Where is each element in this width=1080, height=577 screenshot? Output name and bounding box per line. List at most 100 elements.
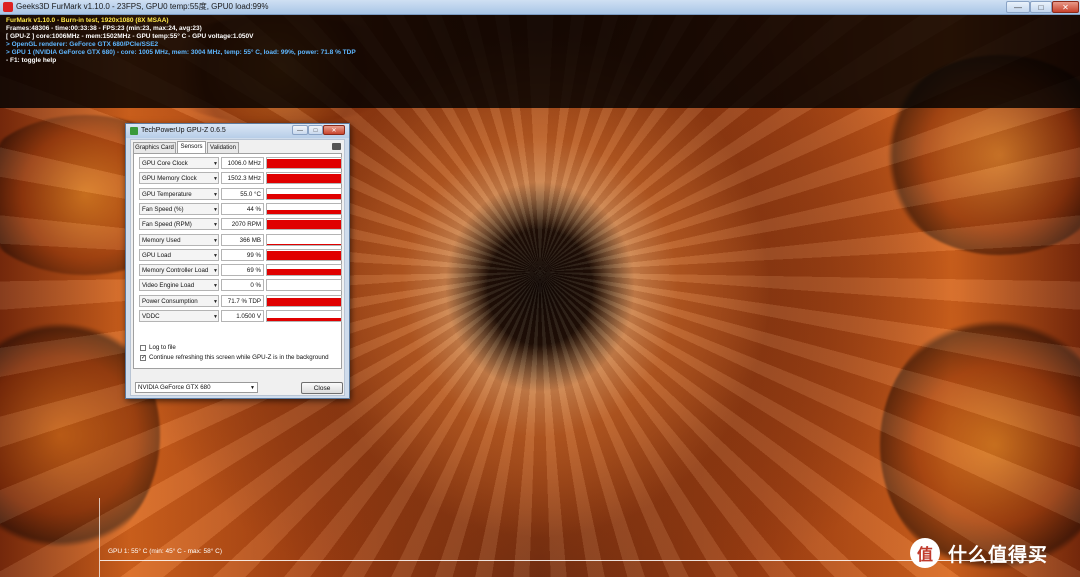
gpuz-window-title: TechPowerUp GPU-Z 0.6.5 [141, 127, 226, 134]
chevron-down-icon: ▼ [213, 222, 218, 229]
chevron-down-icon: ▼ [213, 237, 218, 244]
sensor-name-dropdown[interactable]: Power Consumption ▼ [139, 294, 219, 307]
sensor-value: 69 % [221, 264, 264, 277]
chevron-down-icon: ▼ [213, 252, 218, 259]
gpuz-window: TechPowerUp GPU-Z 0.6.5 — □ ✕ Graphics C… [125, 123, 350, 399]
sensor-graph-fill [267, 243, 341, 245]
gpuz-body: Graphics Card Sensors Validation GPU Cor… [130, 139, 345, 396]
sensor-graph-fill [267, 220, 341, 230]
sensor-name: VDDC [142, 313, 160, 320]
sensor-graph-fill [267, 174, 341, 184]
furmark-titlebar: Geeks3D FurMark v1.10.0 - 23FPS, GPU0 te… [0, 0, 1080, 15]
sensor-graph-fill [267, 268, 341, 276]
chevron-down-icon: ▼ [213, 206, 218, 213]
gpuz-close-window-button[interactable]: ✕ [323, 125, 345, 135]
sensor-name: Memory Used [142, 236, 181, 244]
sensor-name-dropdown[interactable]: GPU Load ▼ [139, 248, 219, 261]
sensor-row: GPU Temperature ▼ 55.0 °C [139, 187, 342, 201]
watermark-logo-icon: 值 [910, 538, 940, 568]
sensor-name-dropdown[interactable]: Memory Used ▼ [139, 233, 219, 246]
sensor-graph-fill [267, 318, 341, 321]
tab-validation[interactable]: Validation [207, 142, 239, 153]
continue-refresh-checkbox[interactable]: ✓ [140, 355, 146, 361]
sensor-name-dropdown[interactable]: Fan Speed (RPM) ▼ [139, 218, 219, 231]
furmark-maximize-button[interactable]: □ [1030, 1, 1052, 13]
sensor-graph [266, 264, 342, 277]
osd-frames-line: Frames:48306 - time:00:33:38 - FPS:23 (m… [6, 25, 202, 32]
sensor-graph-fill [267, 250, 341, 260]
chevron-down-icon: ▼ [213, 161, 218, 167]
watermark: 值 什么值得买 [910, 537, 1048, 569]
osd-title-line: FurMark v1.10.0 - Burn-in test, 1920x108… [6, 17, 169, 24]
sensor-name: Memory Controller Load [142, 267, 209, 275]
gpuz-maximize-button[interactable]: □ [308, 125, 323, 135]
gpuz-app-icon [130, 127, 138, 135]
sensor-value: 71.7 % TDP [221, 294, 264, 307]
sensor-value: 44 % [221, 202, 264, 215]
sensor-row: GPU Core Clock ▼ 1006.0 MHz [139, 157, 342, 170]
chevron-down-icon: ▼ [213, 176, 218, 183]
sensor-row: Fan Speed (%) ▼ 44 % [139, 202, 342, 216]
sensor-name-dropdown[interactable]: GPU Temperature ▼ [139, 187, 219, 200]
sensor-name-dropdown[interactable]: GPU Core Clock ▼ [139, 157, 219, 169]
sensor-graph [266, 218, 342, 231]
gpuz-titlebar[interactable]: TechPowerUp GPU-Z 0.6.5 — □ ✕ [126, 124, 349, 138]
sensor-row: VDDC ▼ 1.0500 V [139, 310, 342, 323]
tab-graphics-card[interactable]: Graphics Card [133, 142, 176, 153]
gpu-select-value: NVIDIA GeForce GTX 680 [138, 384, 211, 391]
osd-help-line: - F1: toggle help [6, 57, 57, 64]
sensor-value: 1.0500 V [221, 310, 264, 322]
osd-gpuz-line: [ GPU-Z ] core:1006MHz - mem:1502MHz - G… [6, 33, 254, 40]
sensor-graph [266, 294, 342, 307]
sensor-value: 1502.3 MHz [221, 172, 264, 185]
sensor-value: 55.0 °C [221, 187, 264, 200]
furmark-minimize-button[interactable]: — [1006, 1, 1030, 13]
gpuz-minimize-button[interactable]: — [292, 125, 308, 135]
chevron-down-icon: ▼ [213, 314, 218, 320]
sensor-name: GPU Temperature [142, 190, 192, 198]
temp-graph-label: GPU 1: 55° C (min: 45° C - max: 58° C) [108, 548, 222, 555]
log-to-file-checkbox[interactable] [140, 345, 146, 351]
chevron-down-icon: ▼ [213, 268, 218, 275]
sensor-graph [266, 187, 342, 200]
sensor-name: Video Engine Load [142, 282, 195, 290]
sensor-name-dropdown[interactable]: VDDC ▼ [139, 310, 219, 322]
sensor-row: Fan Speed (RPM) ▼ 2070 RPM [139, 218, 342, 231]
sensor-name-dropdown[interactable]: Video Engine Load ▼ [139, 279, 219, 292]
sensor-graph [266, 233, 342, 246]
sensor-row: Memory Controller Load ▼ 69 % [139, 264, 342, 277]
sensor-name-dropdown[interactable]: GPU Memory Clock ▼ [139, 172, 219, 185]
sensor-row: GPU Memory Clock ▼ 1502.3 MHz [139, 172, 342, 185]
sensor-graph [266, 172, 342, 185]
sensor-row: Memory Used ▼ 366 MB [139, 233, 342, 247]
sensor-row: Video Engine Load ▼ 0 % [139, 279, 342, 292]
watermark-text: 什么值得买 [948, 544, 1049, 566]
gpu-select-dropdown[interactable]: NVIDIA GeForce GTX 680 ▼ [135, 382, 258, 393]
furmark-close-button[interactable]: ✕ [1052, 1, 1079, 13]
sensor-graph-fill [267, 194, 341, 199]
close-button[interactable]: Close [301, 382, 343, 394]
furmark-app-icon [3, 2, 13, 12]
osd-renderer-line: > OpenGL renderer: GeForce GTX 680/PCIe/… [6, 41, 159, 48]
tab-sensors[interactable]: Sensors [177, 141, 206, 153]
sensor-row: Power Consumption ▼ 71.7 % TDP [139, 294, 342, 308]
sensor-row: GPU Load ▼ 99 % [139, 248, 342, 262]
sensor-name-dropdown[interactable]: Fan Speed (%) ▼ [139, 202, 219, 215]
chevron-down-icon: ▼ [213, 298, 218, 305]
sensor-value: 0 % [221, 279, 264, 292]
sensors-panel: GPU Core Clock ▼ 1006.0 MHz GPU Memory Cloc… [133, 153, 342, 369]
sensor-value: 1006.0 MHz [221, 157, 264, 169]
sensor-value: 366 MB [221, 233, 264, 246]
chevron-down-icon: ▼ [213, 283, 218, 290]
log-to-file-label: Log to file [149, 344, 176, 351]
temp-graph-axis [99, 498, 100, 577]
sensor-graph [266, 157, 342, 169]
temp-graph-line [100, 560, 1040, 561]
sensor-name-dropdown[interactable]: Memory Controller Load ▼ [139, 264, 219, 277]
osd-panel: FurMark v1.10.0 - Burn-in test, 1920x108… [0, 15, 1080, 108]
sensor-graph [266, 202, 342, 215]
camera-icon[interactable] [332, 143, 341, 150]
sensor-graph [266, 279, 342, 292]
chevron-down-icon: ▼ [213, 191, 218, 198]
sensor-name: Power Consumption [142, 297, 198, 305]
